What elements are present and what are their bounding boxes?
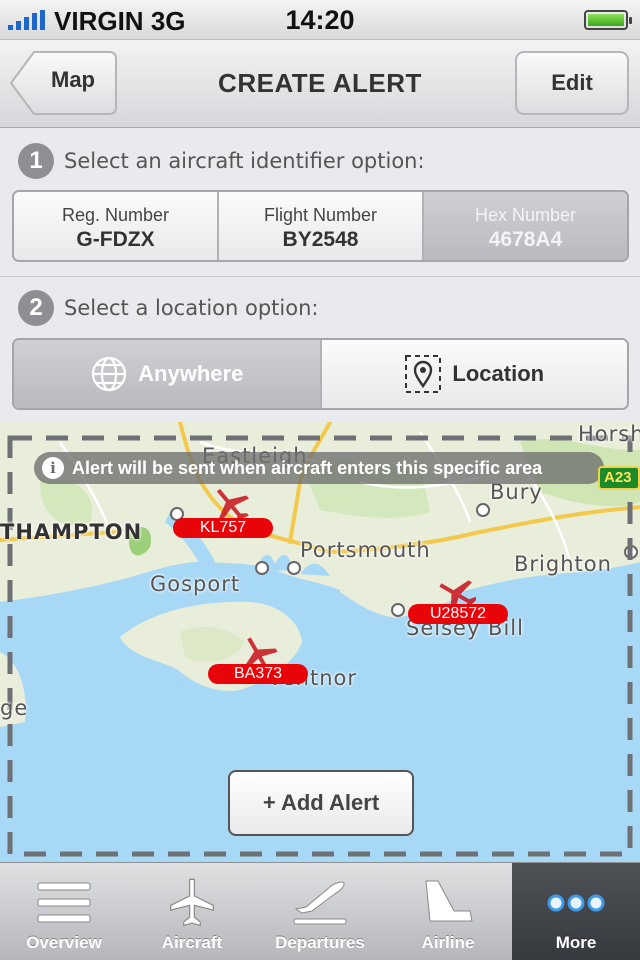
anywhere-option[interactable]: Anywhere: [14, 340, 322, 408]
option-value: 4678A4: [488, 228, 563, 251]
place-label: THAMPTON: [0, 520, 143, 544]
place-label: Gosport: [150, 572, 241, 596]
tail-fin-icon: [425, 880, 473, 922]
flight-tag[interactable]: BA373: [208, 664, 308, 684]
step-1-label: 1 Select an aircraft identifier option:: [18, 141, 425, 181]
road-sign-badge: A23: [598, 466, 640, 490]
info-icon: i: [42, 457, 64, 479]
tab-label: Airline: [421, 933, 475, 952]
step-number-badge: 1: [18, 143, 54, 179]
back-button[interactable]: Map: [10, 51, 118, 115]
tab-label: Overview: [26, 933, 102, 952]
area-alert-notice-text: Alert will be sent when aircraft enters …: [72, 457, 543, 478]
list-icon: [37, 882, 91, 923]
option-label: Hex Number: [474, 205, 577, 225]
airplane-icon: [170, 878, 214, 927]
option-label: Reg. Number: [61, 205, 170, 225]
back-button-label: Map: [51, 67, 95, 92]
option-label: Flight Number: [263, 205, 378, 225]
status-bar: VIRGIN 3G 14:20: [0, 0, 640, 40]
reg-number-option[interactable]: Reg. Number G-FDZX: [14, 192, 219, 260]
tab-more[interactable]: More: [512, 863, 640, 960]
departures-icon: [293, 881, 347, 925]
step-instruction: Select an aircraft identifier option:: [64, 149, 425, 173]
identifier-segmented-control: Reg. Number G-FDZX Flight Number BY2548 …: [12, 190, 629, 262]
option-value: BY2548: [282, 228, 359, 251]
tab-label: Aircraft: [161, 933, 223, 952]
place-label: Brighton: [514, 552, 612, 576]
hex-number-option[interactable]: Hex Number 4678A4: [424, 192, 627, 260]
flight-tag[interactable]: U28572: [408, 604, 508, 624]
anywhere-label: Anywhere: [138, 361, 244, 386]
step-2-label: 2 Select a location option:: [18, 288, 318, 328]
step-number-badge: 2: [18, 290, 54, 326]
flight-number-option[interactable]: Flight Number BY2548: [219, 192, 424, 260]
tab-label: More: [555, 933, 597, 952]
add-alert-button[interactable]: + Add Alert: [228, 770, 414, 836]
tab-departures[interactable]: Departures: [256, 863, 384, 960]
battery-icon: [584, 10, 632, 30]
flight-tag[interactable]: KL757: [173, 518, 273, 538]
option-value: G-FDZX: [76, 228, 155, 251]
location-segmented-control: Anywhere Location: [12, 338, 629, 410]
globe-icon: [92, 356, 127, 392]
status-time: 14:20: [285, 5, 355, 35]
tab-overview[interactable]: Overview: [0, 863, 128, 960]
edit-button[interactable]: Edit: [515, 51, 629, 115]
place-label: ge: [0, 696, 29, 720]
map-view[interactable]: Eastleigh THAMPTON Horsh Bury Portsmouth…: [0, 422, 640, 862]
tab-airline[interactable]: Airline: [384, 863, 512, 960]
location-option[interactable]: Location: [321, 340, 627, 408]
section-divider: [0, 276, 640, 277]
page-title: CREATE ALERT: [218, 68, 422, 98]
place-label: Horsh: [578, 422, 640, 446]
location-label: Location: [452, 361, 545, 386]
place-label: Portsmouth: [300, 538, 431, 562]
tab-aircraft[interactable]: Aircraft: [128, 863, 256, 960]
navigation-bar: Map CREATE ALERT Edit: [0, 40, 640, 128]
tab-label: Departures: [275, 933, 365, 952]
location-pin-icon: [405, 355, 442, 393]
area-alert-notice: i Alert will be sent when aircraft enter…: [34, 452, 604, 484]
tab-bar: Overview Aircraft Departures Airline Mor…: [0, 862, 640, 960]
more-dots-icon: [547, 894, 605, 912]
step-instruction: Select a location option:: [64, 296, 319, 320]
